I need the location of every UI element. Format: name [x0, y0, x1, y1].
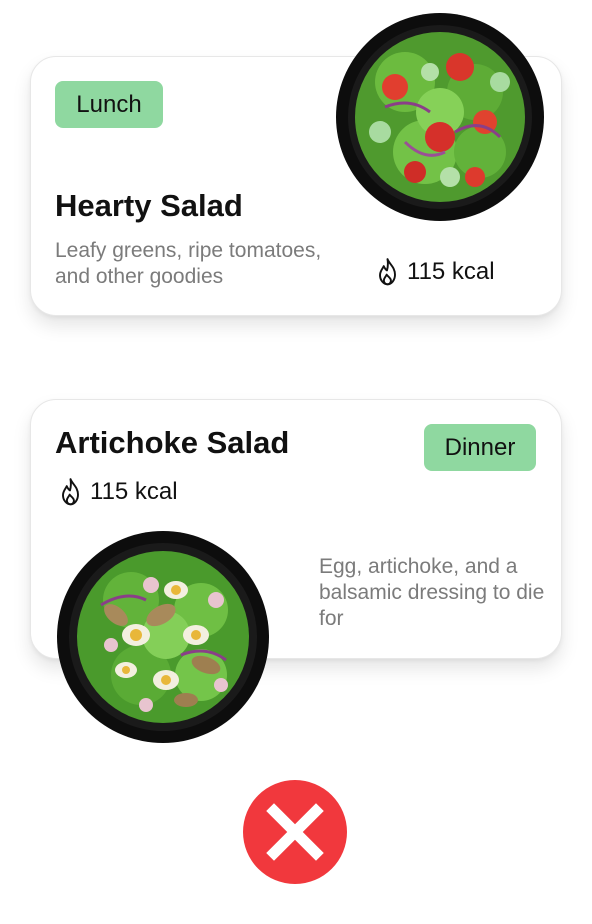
close-button[interactable]: [243, 780, 347, 884]
calories-value: 115 kcal: [407, 258, 495, 285]
meal-description: Leafy greens, ripe tomatoes, and other g…: [55, 239, 322, 288]
salad-bowl-tomato-image: [335, 12, 545, 222]
flame-icon: [379, 258, 396, 286]
meal-tag: Lunch: [55, 81, 163, 128]
calories: 115 kcal: [374, 257, 495, 287]
calories-value: 115 kcal: [90, 478, 178, 505]
meal-description: Egg, artichoke, and a balsamic dressing …: [319, 555, 545, 630]
meal-title: Hearty Salad: [55, 188, 243, 223]
salad-bowl-egg-artichoke-image: [56, 530, 270, 744]
flame-icon: [62, 478, 79, 506]
calories: 115 kcal: [57, 477, 178, 507]
meal-tag: Dinner: [424, 424, 536, 471]
meal-title: Artichoke Salad: [55, 425, 290, 460]
close-icon: [266, 803, 324, 861]
